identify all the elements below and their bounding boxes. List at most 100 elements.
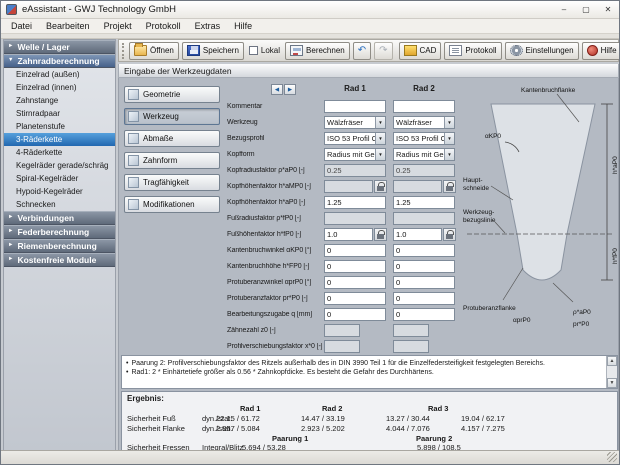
zaehnezahl-rad2-input[interactable] (393, 324, 429, 337)
dropdown-arrow-icon[interactable]: ▼ (375, 133, 385, 144)
redo-button[interactable]: ↷ (374, 42, 392, 60)
bearbeitungszugabe-rad2-input[interactable] (393, 308, 455, 321)
dropdown-arrow-icon[interactable]: ▼ (444, 133, 454, 144)
sidebar-item-einzelrad-aussen[interactable]: Einzelrad (außen) (4, 68, 115, 81)
resize-grip[interactable] (607, 452, 617, 462)
tab-zahnform[interactable]: Zahnform (124, 152, 220, 169)
menu-item-extras[interactable]: Extras (188, 20, 228, 32)
scroll-up-icon[interactable]: ▲ (607, 356, 617, 366)
sidebar-item-spiral-kegelraeder[interactable]: Spiral-Kegelräder (4, 172, 115, 185)
kantenbruchwinkel-rad2-input[interactable] (393, 244, 455, 257)
sidebar-item-kegelraeder[interactable]: Kegelräder gerade/schräg (4, 159, 115, 172)
tab-modifikationen[interactable]: Modifikationen (124, 196, 220, 213)
kopfform-rad1-select[interactable]: Radius mit Gerade▼ (324, 148, 386, 161)
bearbeitungszugabe-rad1-input[interactable] (324, 308, 386, 321)
save-button[interactable]: Speichern (182, 42, 244, 60)
kopfradiusfaktor-rad2-input[interactable] (393, 164, 455, 177)
kommentar-rad2-input[interactable] (393, 100, 455, 113)
fussradiusfaktor-rad1-input[interactable] (324, 212, 386, 225)
tab-abmasse[interactable]: Abmaße (124, 130, 220, 147)
protuberanzwinkel-rad2-input[interactable] (393, 276, 455, 289)
menu-item-projekt[interactable]: Projekt (97, 20, 139, 32)
sidebar-section-welle-lager[interactable]: ► Welle / Lager (4, 40, 115, 54)
dropdown-arrow-icon[interactable]: ▼ (444, 149, 454, 160)
field-label: Kantenbruchhöhe h*FP0 [-] (227, 263, 322, 270)
kopfhoehenfaktor-amp0-rad1-input[interactable] (324, 180, 373, 193)
settings-button[interactable]: Einstellungen (505, 42, 579, 60)
sidebar-section-kostenfreie-module[interactable]: ► Kostenfreie Module (4, 253, 115, 267)
sidebar-item-zahnstange[interactable]: Zahnstange (4, 94, 115, 107)
sidebar-item-einzelrad-innen[interactable]: Einzelrad (innen) (4, 81, 115, 94)
sidebar-item-4-raederkette[interactable]: 4-Räderkette (4, 146, 115, 159)
kopfradiusfaktor-rad1-input[interactable] (324, 164, 386, 177)
profilverschiebung-rad2-input[interactable] (393, 340, 429, 353)
lock-icon[interactable] (374, 180, 387, 193)
profilverschiebung-rad1-input[interactable] (324, 340, 360, 353)
pairing-header-2: Paarung 2 (416, 434, 452, 443)
zaehnezahl-rad1-input[interactable] (324, 324, 360, 337)
werkzeug-rad1-select[interactable]: Wälzfräser▼ (324, 116, 386, 129)
kopfform-rad2-select[interactable]: Radius mit Gerade▼ (393, 148, 455, 161)
toolbar-grip[interactable] (122, 43, 124, 59)
menu-item-hilfe[interactable]: Hilfe (227, 20, 259, 32)
scrollbar-track[interactable] (607, 366, 617, 378)
form-row-kommentar: Kommentar (227, 100, 459, 114)
protuberanzfaktor-rad2-input[interactable] (393, 292, 455, 305)
section-title: Eingabe der Werkzeugdaten (124, 66, 232, 76)
kopfhoehenfaktor-ap0-rad1-input[interactable] (324, 196, 386, 209)
cad-button[interactable]: CAD (399, 42, 442, 60)
kopfhoehenfaktor-ap0-rad2-input[interactable] (393, 196, 455, 209)
scroll-down-icon[interactable]: ▼ (607, 378, 617, 388)
sidebar-section-verbindungen[interactable]: ► Verbindungen (4, 211, 115, 225)
sidebar-item-planetenstufe[interactable]: Planetenstufe (4, 120, 115, 133)
kopfhoehenfaktor-amp0-rad2-input[interactable] (393, 180, 442, 193)
lock-icon[interactable] (443, 228, 456, 241)
protuberanzwinkel-rad1-input[interactable] (324, 276, 386, 289)
dropdown-arrow-icon[interactable]: ▼ (375, 149, 385, 160)
sidebar-item-schnecken[interactable]: Schnecken (4, 198, 115, 211)
protocol-button[interactable]: Protokoll (444, 42, 501, 60)
sidebar-section-riemenberechnung[interactable]: ► Riemenberechnung (4, 239, 115, 253)
kantenbruchwinkel-rad1-input[interactable] (324, 244, 386, 257)
fussradiusfaktor-rad2-input[interactable] (393, 212, 455, 225)
sidebar-item-3-raederkette[interactable]: 3-Räderkette (4, 133, 115, 146)
kantenbruchhoehe-rad2-input[interactable] (393, 260, 455, 273)
open-button[interactable]: Öffnen (129, 42, 179, 60)
maximize-icon[interactable]: ▢ (575, 1, 597, 18)
lock-icon[interactable] (374, 228, 387, 241)
fusshoehenfaktor-rad2-input[interactable] (393, 228, 442, 241)
nav-next-icon[interactable]: ▶ (284, 84, 296, 95)
sidebar-section-zahnradberechnung[interactable]: ▼ Zahnradberechnung (4, 54, 115, 68)
tab-geometrie[interactable]: Geometrie (124, 86, 220, 103)
dropdown-arrow-icon[interactable]: ▼ (444, 117, 454, 128)
sidebar-item-hypoid-kegelraeder[interactable]: Hypoid-Kegelräder (4, 185, 115, 198)
open-label: Öffnen (150, 46, 174, 55)
titlebar: eAssistant - GWJ Technology GmbH – ▢ ✕ (1, 1, 619, 19)
fusshoehenfaktor-rad1-input[interactable] (324, 228, 373, 241)
bezugsprofil-rad1-select[interactable]: ISO 53 Profil C▼ (324, 132, 386, 145)
help-button[interactable]: Hilfe (582, 42, 620, 60)
bezugsprofil-rad2-select[interactable]: ISO 53 Profil C▼ (393, 132, 455, 145)
warning-scrollbar[interactable]: ▲ ▼ (606, 356, 617, 388)
undo-button[interactable]: ↶ (353, 42, 371, 60)
calculate-button[interactable]: Berechnen (285, 42, 350, 60)
dropdown-arrow-icon[interactable]: ▼ (375, 117, 385, 128)
lock-icon[interactable] (443, 180, 456, 193)
menu-item-bearbeiten[interactable]: Bearbeiten (39, 20, 97, 32)
tab-werkzeug[interactable]: Werkzeug (124, 108, 220, 125)
local-checkbox[interactable] (249, 46, 258, 55)
sidebar-item-stirnradpaar[interactable]: Stirnradpaar (4, 107, 115, 120)
menu-item-datei[interactable]: Datei (4, 20, 39, 32)
nav-prev-icon[interactable]: ◀ (271, 84, 283, 95)
tab-label: Geometrie (143, 90, 180, 99)
kantenbruchhoehe-rad1-input[interactable] (324, 260, 386, 273)
kommentar-rad1-input[interactable] (324, 100, 386, 113)
close-icon[interactable]: ✕ (597, 1, 619, 18)
menu-item-protokoll[interactable]: Protokoll (139, 20, 188, 32)
form-row-protuberanzfaktor: Protuberanzfaktor pr*P0 [-] (227, 292, 459, 306)
protuberanzfaktor-rad1-input[interactable] (324, 292, 386, 305)
minimize-icon[interactable]: – (553, 1, 575, 18)
sidebar-section-federberechnung[interactable]: ► Federberechnung (4, 225, 115, 239)
tab-tragfaehigkeit[interactable]: Tragfähigkeit (124, 174, 220, 191)
werkzeug-rad2-select[interactable]: Wälzfräser▼ (393, 116, 455, 129)
